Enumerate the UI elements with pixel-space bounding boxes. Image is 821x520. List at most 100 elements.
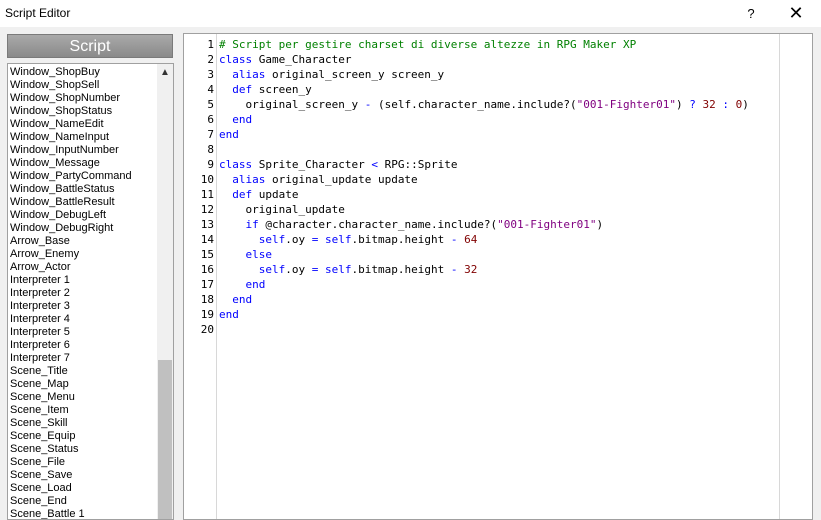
script-list-item[interactable]: Scene_Map: [10, 378, 156, 391]
code-token: # Script per gestire charset di diverse …: [219, 38, 637, 51]
code-token: update: [258, 188, 299, 201]
script-list-item[interactable]: Scene_Skill: [10, 417, 156, 430]
code-text: end: [219, 307, 239, 322]
script-list-item[interactable]: Scene_End: [10, 495, 156, 508]
script-list-item[interactable]: Scene_Equip: [10, 430, 156, 443]
code-text: alias original_update update: [219, 172, 418, 187]
script-list-scrollbar[interactable]: ▲: [157, 64, 173, 519]
line-number: 4: [207, 83, 214, 96]
code-editor[interactable]: 1 # Script per gestire charset di diverse…: [183, 33, 813, 520]
code-token: -: [450, 263, 458, 276]
line-number: 18: [200, 293, 214, 306]
script-list-item[interactable]: Scene_Menu: [10, 391, 156, 404]
script-list-item[interactable]: Arrow_Actor: [10, 261, 156, 274]
code-token: 32: [464, 263, 478, 276]
line-number: 19: [200, 308, 214, 321]
code-token: end: [219, 278, 266, 291]
script-list-item[interactable]: Window_ShopNumber: [10, 92, 156, 105]
code-token: "001-Fighter01": [576, 98, 676, 111]
line-number: 13: [200, 218, 214, 231]
script-list-item[interactable]: Scene_Item: [10, 404, 156, 417]
line-number: 10: [200, 173, 214, 186]
window-title: Script Editor: [5, 6, 71, 20]
script-list-item[interactable]: Interpreter 6: [10, 339, 156, 352]
script-list-item[interactable]: Scene_Status: [10, 443, 156, 456]
script-list-item[interactable]: Window_InputNumber: [10, 144, 156, 157]
line-number: 1: [207, 38, 214, 51]
code-token: original_update update: [271, 173, 418, 186]
code-token: class: [219, 53, 253, 66]
scroll-thumb[interactable]: [158, 360, 172, 519]
close-button[interactable]: ✕: [776, 0, 816, 27]
script-list-item[interactable]: Window_ShopSell: [10, 79, 156, 92]
code-token: self: [219, 263, 286, 276]
scroll-up-icon[interactable]: ▲: [157, 66, 173, 80]
script-list-item[interactable]: Window_DebugLeft: [10, 209, 156, 222]
code-token: class: [219, 158, 253, 171]
title-bar: Script Editor ? ✕: [0, 0, 821, 27]
line-number: 20: [200, 323, 214, 336]
script-list-item[interactable]: Scene_Load: [10, 482, 156, 495]
code-token: .oy: [285, 233, 312, 246]
script-list-item[interactable]: Arrow_Base: [10, 235, 156, 248]
script-list-item[interactable]: Scene_Save: [10, 469, 156, 482]
code-token: <: [371, 158, 378, 171]
code-text: def screen_y: [219, 82, 312, 97]
code-token: -: [364, 98, 372, 111]
line-number: 15: [200, 248, 214, 261]
script-list-item[interactable]: Window_PartyCommand: [10, 170, 156, 183]
code-token: alias: [219, 68, 266, 81]
code-token: self: [324, 263, 352, 276]
script-list-item[interactable]: Window_BattleStatus: [10, 183, 156, 196]
code-text: self.oy = self.bitmap.height - 32: [219, 262, 478, 277]
script-list-item[interactable]: Window_DebugRight: [10, 222, 156, 235]
script-list-item[interactable]: Scene_Title: [10, 365, 156, 378]
script-list-item[interactable]: Window_NameEdit: [10, 118, 156, 131]
line-number: 11: [200, 188, 214, 201]
script-list-item[interactable]: Window_NameInput: [10, 131, 156, 144]
code-token: =: [311, 233, 319, 246]
script-list-items: Window_ShopBuy Window_ShopSell Window_Shop…: [10, 66, 156, 519]
script-list-item[interactable]: Interpreter 4: [10, 313, 156, 326]
code-token: self: [219, 233, 286, 246]
code-text: class Game_Character: [219, 52, 351, 67]
code-token: original_update: [219, 203, 345, 216]
line-number: 9: [207, 158, 214, 171]
code-token: (self.character_name.include?(: [377, 98, 577, 111]
code-text: end: [219, 127, 239, 142]
code-text: class Sprite_Character < RPG::Sprite: [219, 157, 457, 172]
script-list-item[interactable]: Window_Message: [10, 157, 156, 170]
script-list-item[interactable]: Window_ShopBuy: [10, 66, 156, 79]
code-token: alias: [219, 173, 266, 186]
line-number: 16: [200, 263, 214, 276]
code-text: else: [219, 247, 272, 262]
script-list-item[interactable]: Interpreter 3: [10, 300, 156, 313]
script-list-item[interactable]: Interpreter 1: [10, 274, 156, 287]
script-list-item[interactable]: Scene_File: [10, 456, 156, 469]
code-token: end: [219, 113, 253, 126]
code-token: def: [219, 188, 253, 201]
line-number: 5: [207, 98, 214, 111]
script-list-item[interactable]: Scene_Battle 1: [10, 508, 156, 519]
script-list-item[interactable]: Window_BattleResult: [10, 196, 156, 209]
script-list-item[interactable]: Interpreter 5: [10, 326, 156, 339]
line-number: 14: [200, 233, 214, 246]
help-button[interactable]: ?: [731, 0, 771, 27]
script-list-item[interactable]: Interpreter 7: [10, 352, 156, 365]
code-text: end: [219, 277, 265, 292]
script-list[interactable]: Window_ShopBuy Window_ShopSell Window_Shop…: [7, 63, 174, 520]
code-text: if @character.character_name.include?("0…: [219, 217, 603, 232]
script-list-item[interactable]: Arrow_Enemy: [10, 248, 156, 261]
code-text: original_update: [219, 202, 345, 217]
script-list-item[interactable]: Window_ShopStatus: [10, 105, 156, 118]
code-token: end: [219, 128, 239, 141]
code-token: ): [742, 98, 749, 111]
right-margin-line: [779, 34, 780, 519]
code-text: # Script per gestire charset di diverse …: [219, 37, 636, 52]
code-token: Game_Character: [258, 53, 352, 66]
code-token: -: [450, 233, 458, 246]
code-text: end: [219, 292, 252, 307]
line-number: 3: [207, 68, 214, 81]
code-token: @character.character_name.include?(: [265, 218, 498, 231]
script-list-item[interactable]: Interpreter 2: [10, 287, 156, 300]
